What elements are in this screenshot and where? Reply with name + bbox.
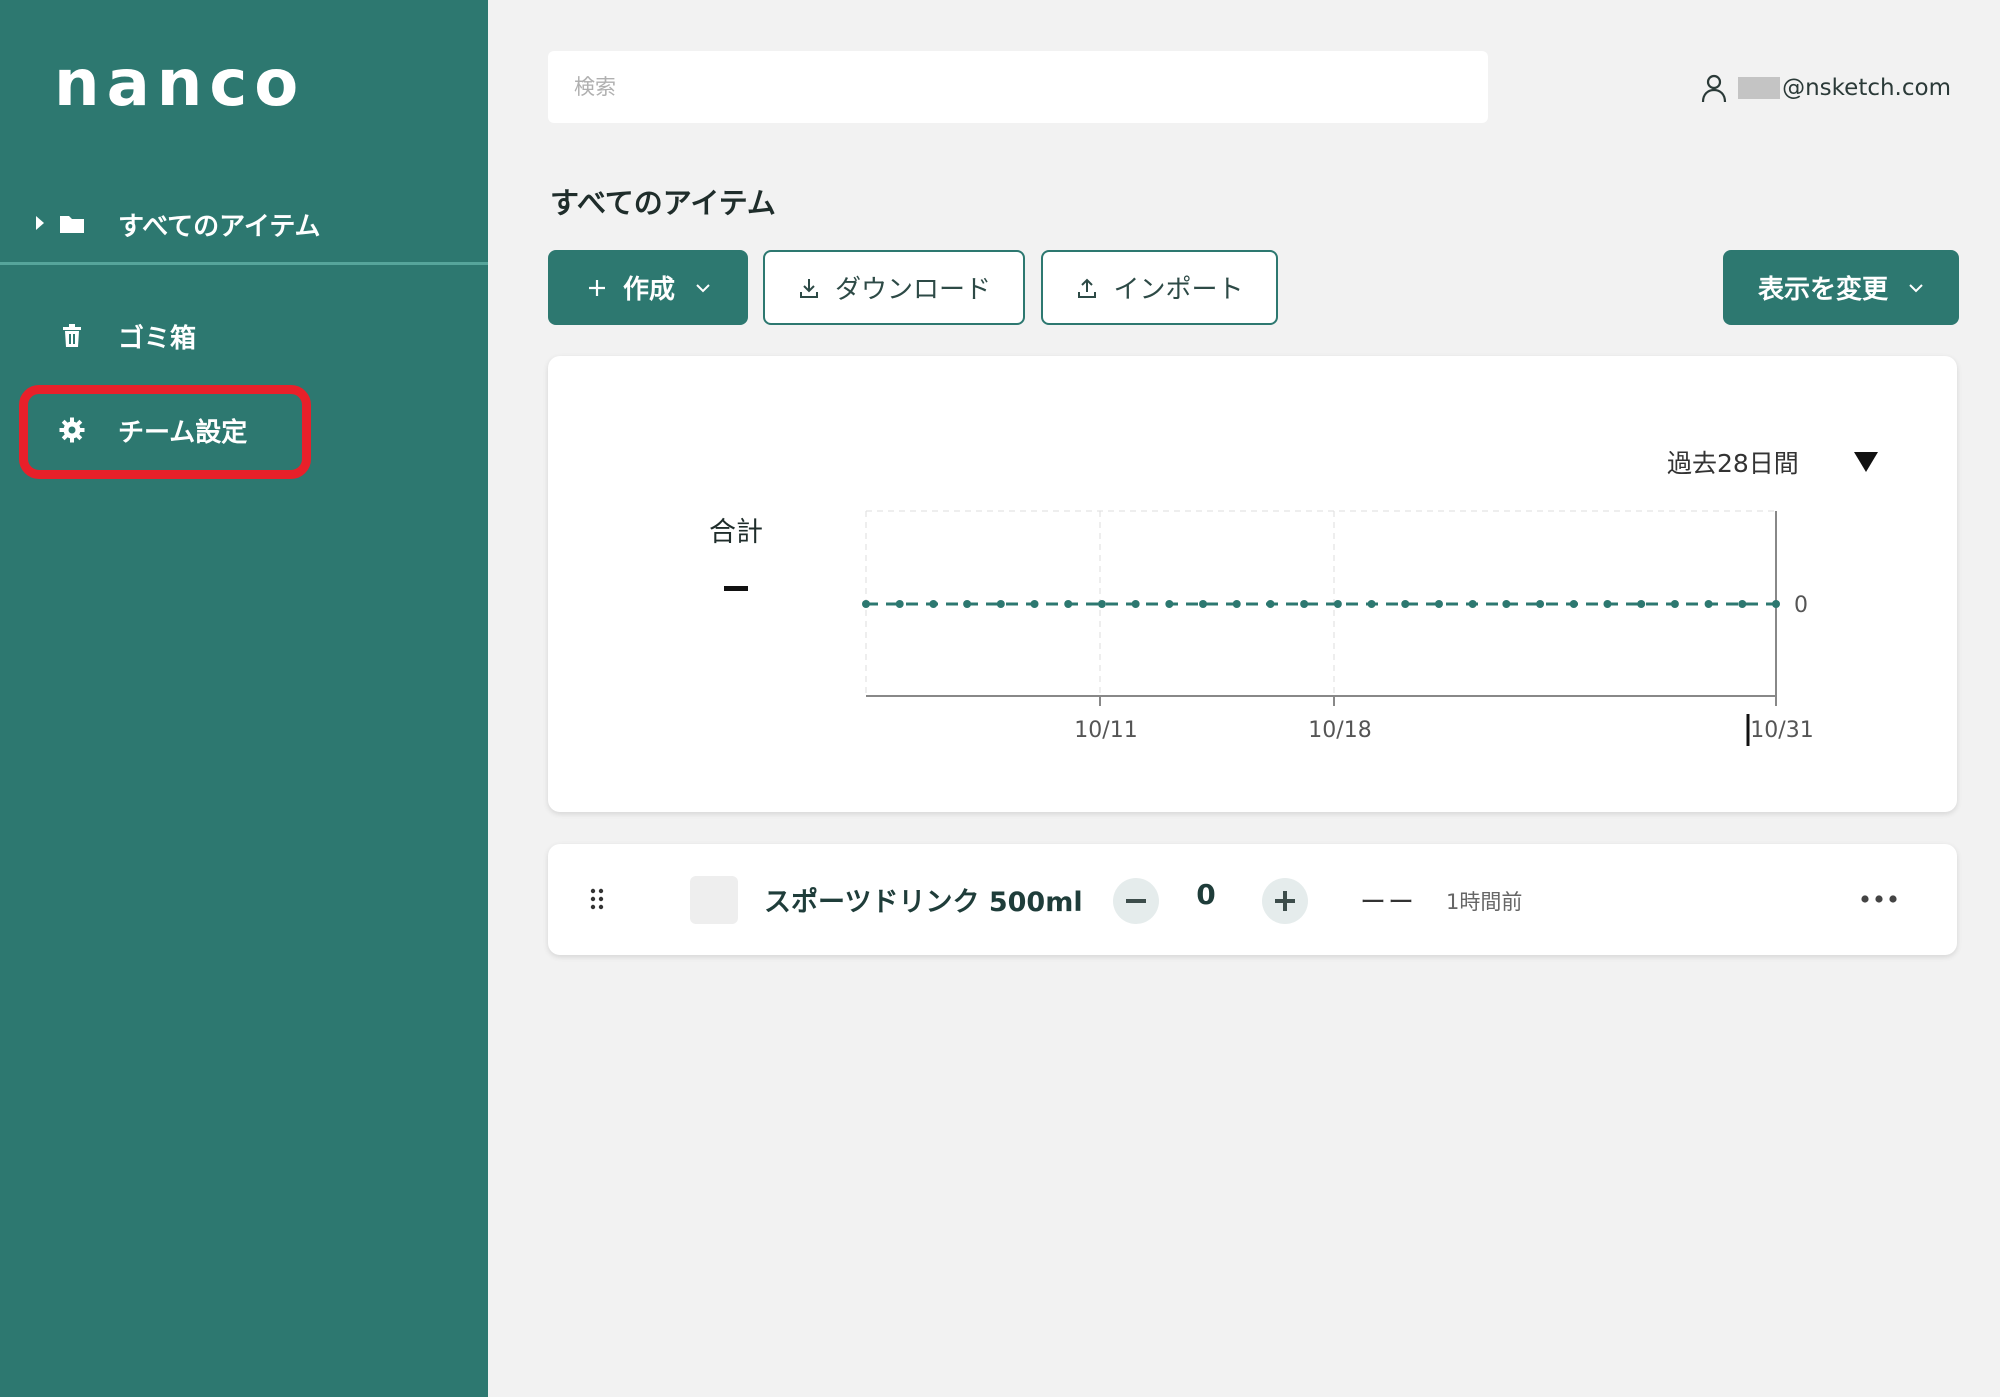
- chart-data-point: [1165, 600, 1174, 608]
- sidebar-item-all-items[interactable]: すべてのアイテム: [0, 184, 488, 264]
- chart-card: 過去28日間 合計 10/11 10/18 10/31 0: [548, 356, 1957, 812]
- upload-icon: [1078, 278, 1097, 298]
- chart-data-point: [1536, 600, 1545, 608]
- download-button-label: ダウンロード: [834, 275, 991, 305]
- highlight-annotation: [19, 385, 311, 479]
- user-account[interactable]: @nsketch.com: [1700, 70, 1951, 106]
- chart-data-point: [1401, 600, 1410, 608]
- sidebar-item-label: ゴミ箱: [118, 323, 197, 354]
- create-button[interactable]: 作成: [548, 250, 748, 325]
- chart-data-point: [862, 600, 870, 608]
- chart-data-point: [1603, 600, 1612, 608]
- chart-data-point: [1772, 600, 1780, 608]
- redacted-username: [1738, 77, 1781, 99]
- chart-data-point: [996, 600, 1005, 608]
- chart-data-point: [1502, 600, 1511, 608]
- more-options-icon[interactable]: [1860, 894, 1898, 904]
- app-logo[interactable]: nanco: [54, 46, 305, 122]
- item-value: ーー: [1360, 888, 1417, 918]
- user-icon: [1702, 74, 1727, 103]
- chart-data-point: [1637, 600, 1646, 608]
- item-name[interactable]: スポーツドリンク 500ml: [764, 880, 1083, 919]
- chart-x-tick-label: 10/31: [1750, 718, 1813, 743]
- chart-data-point: [1300, 600, 1309, 608]
- item-updated-time: 1時間前: [1446, 890, 1523, 914]
- chart-data-point: [963, 600, 972, 608]
- chart-data-point: [1131, 600, 1140, 608]
- import-button[interactable]: インポート: [1041, 250, 1278, 325]
- decrement-button[interactable]: [1113, 878, 1159, 924]
- page-title: すべてのアイテム: [550, 186, 776, 220]
- sidebar-item-label: すべてのアイテム: [118, 211, 321, 242]
- chart-data-point: [1569, 600, 1578, 608]
- item-quantity[interactable]: 0: [1190, 878, 1222, 911]
- chart-data-point: [1704, 600, 1713, 608]
- increment-button[interactable]: [1262, 878, 1308, 924]
- item-row[interactable]: スポーツドリンク 500ml 0 ーー 1時間前: [548, 844, 1957, 955]
- sidebar: nanco すべてのアイテム ゴミ箱 チーム設定: [0, 0, 488, 1397]
- change-view-button-label: 表示を変更: [1757, 275, 1888, 305]
- download-button[interactable]: ダウンロード: [763, 250, 1025, 325]
- import-button-label: インポート: [1113, 275, 1244, 305]
- download-icon: [799, 278, 818, 298]
- chart-x-tick-label: 10/11: [1074, 718, 1137, 743]
- item-thumbnail[interactable]: [690, 876, 738, 924]
- sidebar-divider: [0, 262, 488, 265]
- chart-data-point: [895, 600, 904, 608]
- minus-icon: [1126, 899, 1146, 903]
- create-button-label: 作成: [622, 275, 675, 305]
- line-chart: 10/11 10/18 10/31 0: [862, 510, 1814, 746]
- chart-data-point: [1434, 600, 1443, 608]
- chart-data-point: [1199, 600, 1208, 608]
- chart-data-point: [929, 600, 938, 608]
- chart-data-point: [1097, 600, 1106, 608]
- search-input[interactable]: [548, 51, 1488, 123]
- chart-data-point: [1232, 600, 1241, 608]
- chart-data-point: [1367, 600, 1376, 608]
- change-view-button[interactable]: 表示を変更: [1723, 250, 1959, 325]
- chart-data-point: [1266, 600, 1275, 608]
- chart-y-tick-label: 0: [1794, 593, 1808, 618]
- chart-data-point: [1468, 600, 1477, 608]
- chart-data-point: [1333, 600, 1342, 608]
- drag-handle-icon[interactable]: [590, 888, 604, 910]
- user-email: @nsketch.com: [1782, 75, 1951, 101]
- chevron-down-icon: [1909, 283, 1923, 292]
- chart-data-point: [1064, 600, 1073, 608]
- chart-data-point: [1670, 600, 1679, 608]
- chart-x-tick-label: 10/18: [1308, 718, 1371, 743]
- trash-icon: [63, 324, 81, 347]
- plus-icon: [588, 279, 605, 296]
- chart-data-point: [1030, 600, 1039, 608]
- sidebar-item-trash[interactable]: ゴミ箱: [0, 296, 488, 376]
- chevron-down-icon: [696, 283, 710, 292]
- chart-data-point: [1738, 600, 1747, 608]
- caret-right-icon[interactable]: [36, 216, 44, 230]
- folder-icon: [60, 216, 84, 233]
